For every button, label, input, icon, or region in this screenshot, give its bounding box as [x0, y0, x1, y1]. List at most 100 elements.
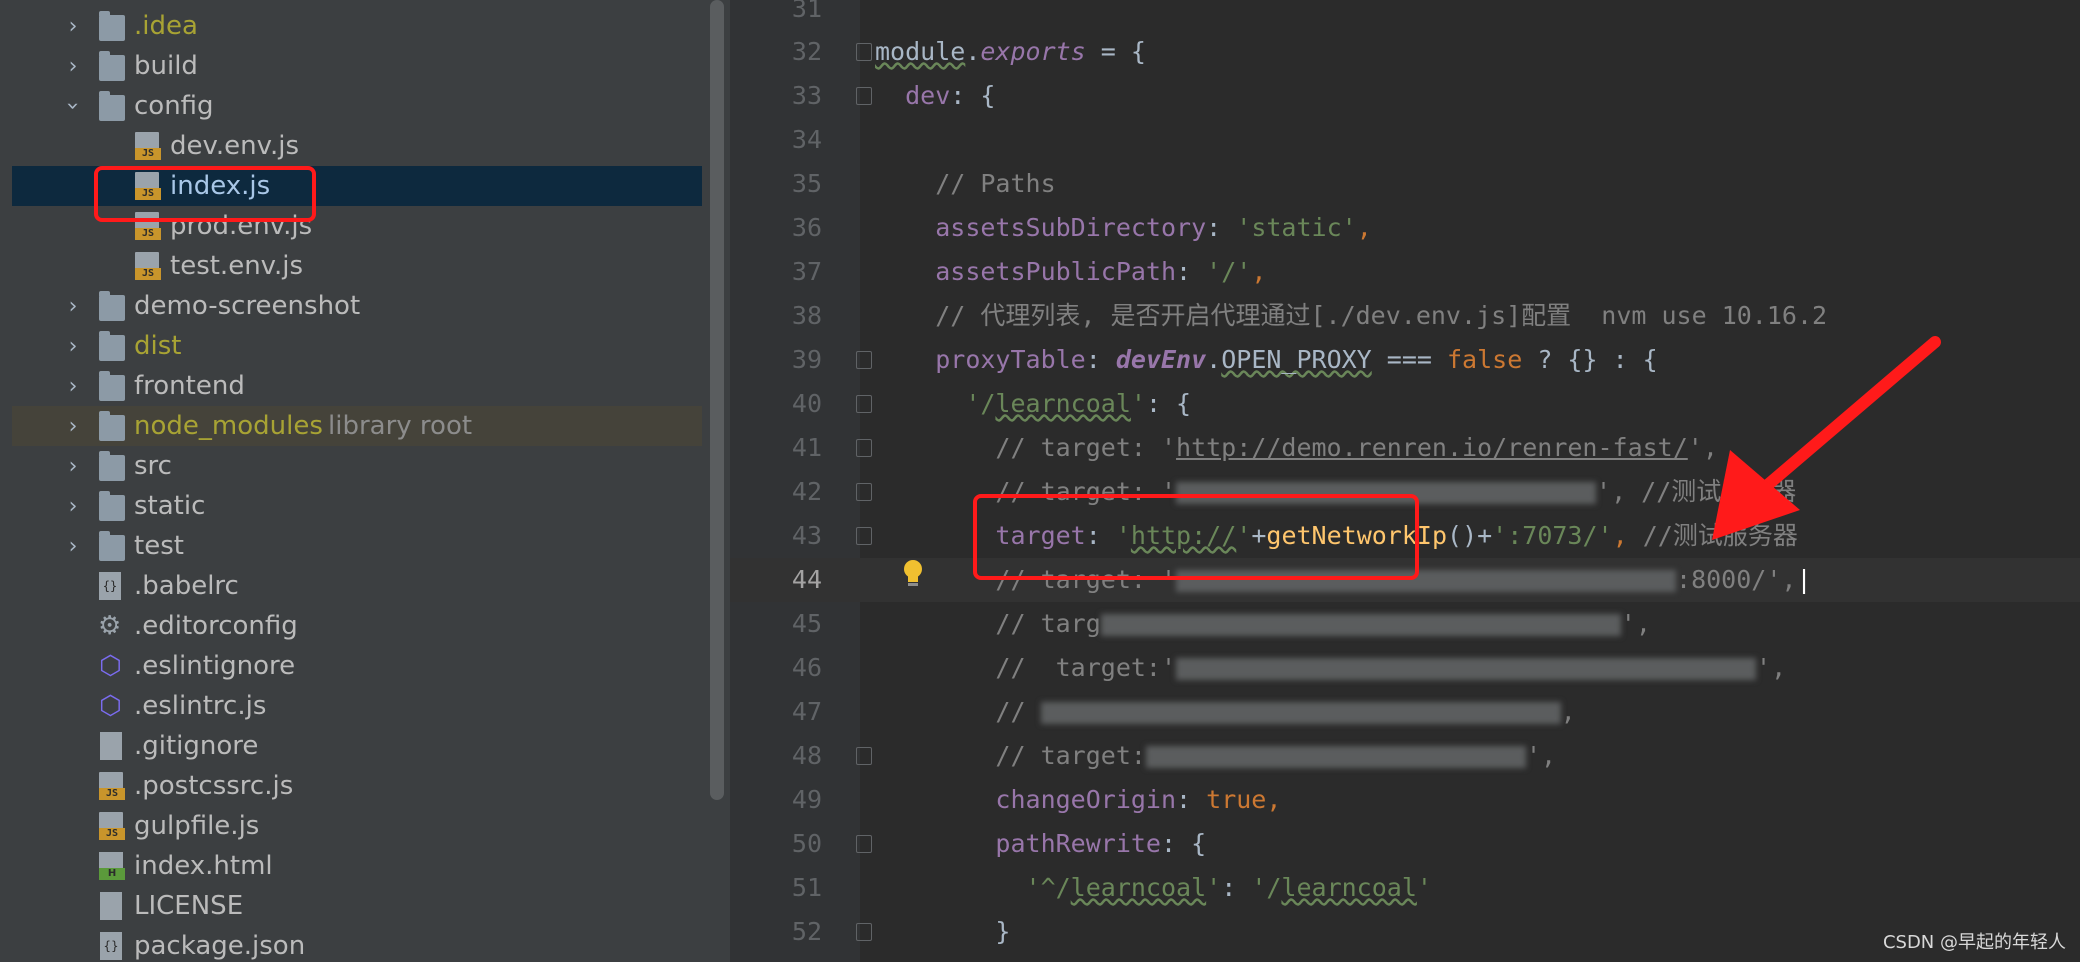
line-number: 36	[791, 213, 822, 242]
eslint-icon: ⬡	[99, 691, 122, 721]
code-text: // ,	[875, 697, 1576, 726]
chevron-right-icon[interactable]: ›	[62, 494, 84, 519]
annotation-arrow-icon	[1712, 336, 1941, 540]
tree-item-static[interactable]: › static	[12, 486, 702, 526]
code-line[interactable]: 34	[730, 118, 2080, 162]
code-line[interactable]: 35 // Paths	[730, 162, 2080, 206]
tree-item-label: config	[134, 91, 214, 121]
chevron-right-icon[interactable]: ›	[62, 374, 84, 399]
line-number: 35	[791, 169, 822, 198]
code-line[interactable]: 36 assetsSubDirectory: 'static',	[730, 206, 2080, 250]
line-number: 51	[791, 873, 822, 902]
code-line[interactable]: 45 // targ ',	[730, 602, 2080, 646]
tree-item-label: index.html	[134, 851, 273, 881]
chevron-right-icon[interactable]: ›	[62, 454, 84, 479]
tree-item-frontend[interactable]: › frontend	[12, 366, 702, 406]
tree-item-postcssrc[interactable]: JS .postcssrc.js	[12, 766, 702, 806]
line-number: 50	[791, 829, 822, 858]
folder-icon	[99, 371, 125, 401]
folder-icon	[99, 491, 125, 521]
fold-icon[interactable]	[856, 351, 872, 369]
fold-icon[interactable]	[856, 483, 872, 501]
fold-icon[interactable]	[856, 527, 872, 545]
tree-item-node-modules[interactable]: › node_modules library root	[12, 406, 702, 446]
fold-icon[interactable]	[856, 395, 872, 413]
chevron-down-icon[interactable]: ›	[61, 95, 86, 117]
fold-icon[interactable]	[856, 835, 872, 853]
code-line[interactable]: 46 // target:' ',	[730, 646, 2080, 690]
code-text: pathRewrite: {	[995, 829, 1207, 858]
code-text: dev: {	[905, 81, 996, 110]
chevron-right-icon[interactable]: ›	[62, 14, 84, 39]
line-number: 52	[791, 917, 822, 946]
tree-item-idea[interactable]: › .idea	[12, 6, 702, 46]
tree-item-editorconfig[interactable]: ⚙ .editorconfig	[12, 606, 702, 646]
tree-item-package-json[interactable]: {} package.json	[12, 926, 702, 962]
code-line[interactable]: 51 '^/learncoal': '/learncoal'	[730, 866, 2080, 910]
tree-item-label: demo-screenshot	[134, 291, 361, 321]
folder-icon	[99, 91, 125, 121]
config-file-icon: {}	[99, 572, 121, 600]
code-editor[interactable]: 31 32 module.exports = { 33 dev: { 34 35 …	[730, 0, 2080, 962]
tree-item-dist[interactable]: › dist	[12, 326, 702, 366]
code-text: changeOrigin: true,	[995, 785, 1282, 814]
tree-item-label: src	[134, 451, 172, 481]
code-text: }	[875, 917, 1011, 946]
tree-item-eslintrc[interactable]: ⬡ .eslintrc.js	[12, 686, 702, 726]
tree-item-license[interactable]: LICENSE	[12, 886, 702, 926]
code-line[interactable]: 52 }	[730, 910, 2080, 954]
code-line[interactable]: 33 dev: {	[730, 74, 2080, 118]
code-line[interactable]: 49 changeOrigin: true,	[730, 778, 2080, 822]
tree-scrollbar[interactable]	[710, 0, 724, 800]
tree-item-build[interactable]: › build	[12, 46, 702, 86]
tree-item-test-env[interactable]: JS test.env.js	[12, 246, 702, 286]
fold-icon[interactable]	[856, 87, 872, 105]
tree-item-gulpfile[interactable]: JS gulpfile.js	[12, 806, 702, 846]
code-line[interactable]: 47 // ,	[730, 690, 2080, 734]
annotation-box-target-line	[973, 494, 1419, 580]
tree-item-demo-screenshot[interactable]: › demo-screenshot	[12, 286, 702, 326]
fold-icon[interactable]	[856, 43, 872, 61]
eslint-icon: ⬡	[99, 651, 122, 681]
line-number: 49	[791, 785, 822, 814]
line-number: 38	[791, 301, 822, 330]
code-text: '/learncoal': {	[965, 389, 1192, 418]
code-line[interactable]: 32 module.exports = {	[730, 30, 2080, 74]
chevron-right-icon[interactable]: ›	[62, 54, 84, 79]
line-number: 31	[791, 0, 822, 23]
tree-item-gitignore[interactable]: .gitignore	[12, 726, 702, 766]
code-line[interactable]: 37 assetsPublicPath: '/',	[730, 250, 2080, 294]
code-text: proxyTable: devEnv.OPEN_PROXY === false …	[935, 345, 1658, 374]
tree-item-label: dev.env.js	[170, 131, 300, 161]
folder-icon	[99, 291, 125, 321]
tree-item-label: test	[134, 531, 184, 561]
chevron-right-icon[interactable]: ›	[62, 294, 84, 319]
folder-icon	[99, 51, 125, 81]
tree-item-index-html[interactable]: H index.html	[12, 846, 702, 886]
fold-icon[interactable]	[856, 923, 872, 941]
library-root-hint: library root	[328, 411, 473, 441]
code-line[interactable]: 48 // target: ',	[730, 734, 2080, 778]
fold-icon[interactable]	[856, 747, 872, 765]
tree-item-babelrc[interactable]: {} .babelrc	[12, 566, 702, 606]
tree-item-test[interactable]: › test	[12, 526, 702, 566]
code-line[interactable]: 31	[730, 0, 2080, 31]
tree-item-config[interactable]: › config	[12, 86, 702, 126]
code-line[interactable]: 50 pathRewrite: {	[730, 822, 2080, 866]
tree-item-eslintignore[interactable]: ⬡ .eslintignore	[12, 646, 702, 686]
code-text: '^/learncoal': '/learncoal'	[1025, 873, 1432, 902]
code-text: // target: 'http://demo.renren.io/renren…	[875, 433, 1718, 462]
tree-item-label: .babelrc	[134, 571, 239, 601]
fold-icon[interactable]	[856, 439, 872, 457]
folder-icon	[99, 451, 125, 481]
tree-item-src[interactable]: › src	[12, 446, 702, 486]
tree-item-label: .editorconfig	[134, 611, 298, 641]
lightbulb-icon[interactable]	[902, 559, 924, 589]
js-file-icon: JS	[135, 252, 161, 280]
chevron-right-icon[interactable]: ›	[62, 534, 84, 559]
chevron-right-icon[interactable]: ›	[62, 414, 84, 439]
chevron-right-icon[interactable]: ›	[62, 334, 84, 359]
tree-item-dev-env[interactable]: JS dev.env.js	[12, 126, 702, 166]
code-text: // 代理列表, 是否开启代理通过[./dev.env.js]配置 nvm us…	[875, 301, 1828, 330]
line-number: 46	[791, 653, 822, 682]
